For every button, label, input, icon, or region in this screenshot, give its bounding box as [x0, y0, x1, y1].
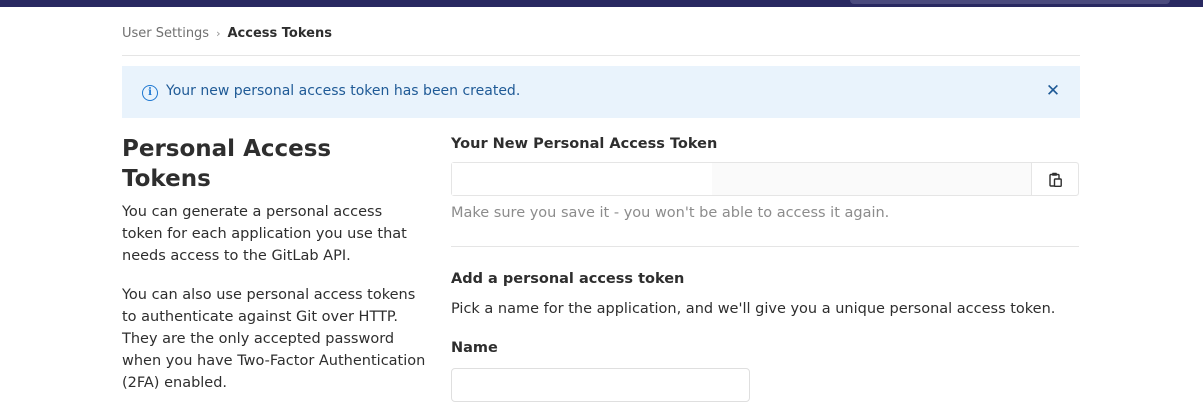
clipboard-icon [1048, 172, 1062, 187]
top-navbar [0, 0, 1203, 7]
new-token-field [451, 162, 1079, 196]
new-token-label: Your New Personal Access Token [451, 136, 718, 152]
description-api: You can generate a personal access token… [122, 204, 407, 264]
token-save-warning: Make sure you save it - you won't be abl… [451, 205, 890, 221]
token-form-section: Your New Personal Access Token Make sure… [451, 134, 1079, 402]
search-bar[interactable] [850, 0, 1170, 4]
add-token-title: Add a personal access token [451, 271, 685, 287]
breadcrumb: User Settings › Access Tokens [122, 24, 332, 42]
flash-message: Your new personal access token has been … [166, 83, 521, 99]
info-icon: i [142, 85, 158, 101]
close-icon[interactable]: ✕ [1044, 82, 1062, 100]
breadcrumb-separator: › [216, 26, 221, 40]
flash-notice: i Your new personal access token has bee… [122, 66, 1080, 118]
name-input[interactable] [451, 368, 750, 402]
add-token-description: Pick a name for the application, and we'… [451, 301, 1056, 317]
name-field-label: Name [451, 340, 498, 356]
page-title: Personal Access Tokens [122, 136, 332, 192]
divider [451, 246, 1079, 247]
divider [122, 55, 1080, 56]
redacted-token [452, 163, 712, 195]
breadcrumb-access-tokens[interactable]: Access Tokens [228, 26, 332, 41]
breadcrumb-user-settings[interactable]: User Settings [122, 26, 209, 41]
description-git-http: You can also use personal access tokens … [122, 287, 426, 391]
copy-token-button[interactable] [1031, 163, 1078, 195]
settings-sidebar-info: Personal Access Tokens You can generate … [122, 134, 427, 394]
